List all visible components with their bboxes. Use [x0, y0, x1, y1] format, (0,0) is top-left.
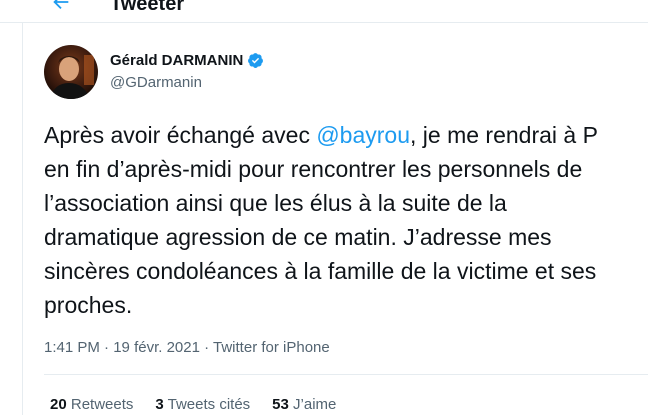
retweets-stat[interactable]: 20 Retweets	[50, 396, 133, 413]
tweet-line: l’association ainsi que les élus à la su…	[44, 190, 507, 216]
column-border	[22, 22, 23, 415]
likes-count: 53	[272, 396, 289, 413]
likes-label: J’aime	[293, 396, 337, 413]
tweet-line: dramatique agression de ce matin. J’adre…	[44, 224, 552, 250]
tweet-meta: 1:41 PM · 19 févr. 2021 · Twitter for iP…	[44, 339, 330, 356]
engagement-stats: 20 Retweets 3 Tweets cités 53 J’aime	[50, 396, 336, 413]
header-divider	[0, 22, 648, 23]
tweet-date-link[interactable]: 19 févr. 2021	[113, 339, 200, 356]
quote-tweets-stat[interactable]: 3 Tweets cités	[155, 396, 250, 413]
back-button[interactable]	[48, 0, 74, 14]
quotes-label: Tweets cités	[167, 396, 251, 413]
meta-separator: ·	[99, 339, 114, 356]
tweet-line: en fin d’après-midi pour rencontrer les …	[44, 156, 583, 182]
author-handle[interactable]: @GDarmanin	[110, 74, 202, 91]
quotes-count: 3	[155, 396, 164, 413]
author-name-text: Gérald DARMANIN	[110, 52, 244, 69]
retweets-label: Retweets	[70, 396, 134, 413]
author-name[interactable]: Gérald DARMANIN	[110, 52, 264, 69]
avatar-image	[44, 45, 98, 99]
mention-link[interactable]: @bayrou	[316, 122, 410, 148]
tweet-line: sincères condoléances à la famille de la…	[44, 258, 597, 284]
verified-badge-icon	[248, 53, 264, 68]
likes-stat[interactable]: 53 J’aime	[272, 396, 336, 413]
tweet-page: Tweeter Gérald DARMANIN @GDarmanin Après…	[0, 0, 648, 415]
top-bar: Tweeter	[0, 0, 648, 22]
tweet-line: proches.	[44, 292, 133, 318]
meta-divider	[44, 374, 648, 375]
tweet-text-segment: , je me rendrai à P	[410, 122, 598, 148]
retweets-count: 20	[50, 396, 67, 413]
tweet-text: Après avoir échangé avec @bayrou, je me …	[44, 118, 648, 322]
tweet-line: Après avoir échangé avec @bayrou, je me …	[44, 118, 648, 152]
meta-separator: ·	[199, 339, 214, 356]
tweet-time-link[interactable]: 1:41 PM	[44, 339, 100, 356]
avatar[interactable]	[44, 45, 98, 99]
tweet-source-link[interactable]: Twitter for iPhone	[213, 339, 330, 356]
arrow-left-icon	[53, 0, 69, 10]
tweet-text-segment: Après avoir échangé avec	[44, 122, 317, 148]
page-title: Tweeter	[110, 0, 185, 15]
